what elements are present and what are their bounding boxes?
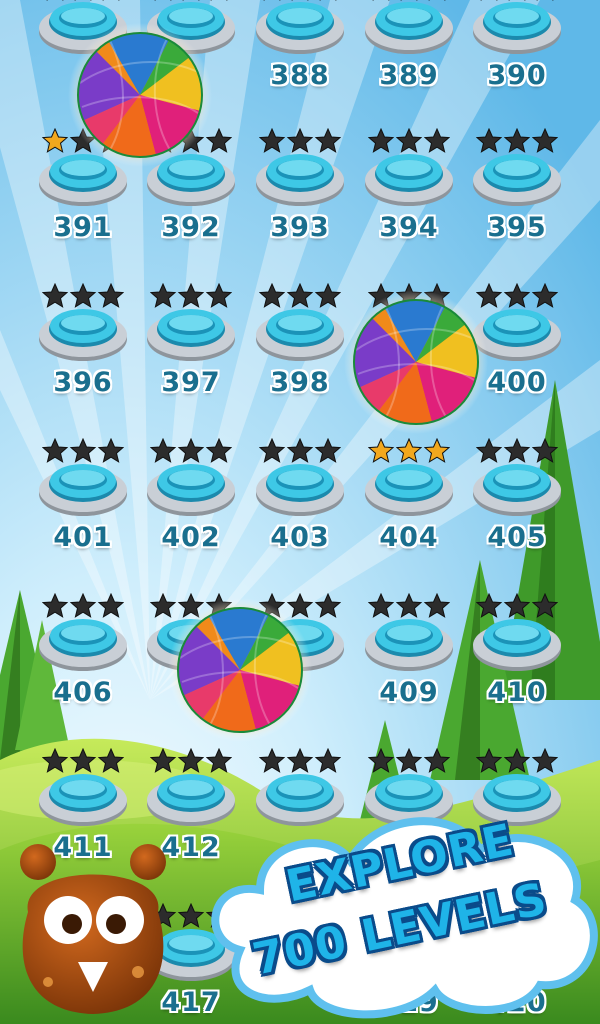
level-number: 395	[487, 212, 547, 243]
level-map-screen: 388 389 390 391 392 393 394 395 396 397 398 400 401 4…	[0, 0, 600, 1024]
level-button[interactable]: 393	[250, 128, 350, 278]
level-button-icon	[365, 2, 453, 54]
level-button-icon	[473, 619, 561, 671]
level-button-icon	[473, 464, 561, 516]
level-number: 398	[270, 367, 330, 398]
level-number: 410	[487, 677, 547, 708]
level-button[interactable]: 397	[141, 283, 241, 433]
level-button[interactable]: 390	[467, 0, 567, 126]
level-number: 401	[53, 522, 113, 553]
level-number: 402	[161, 522, 221, 553]
level-button[interactable]: 388	[250, 0, 350, 126]
level-button-icon	[256, 309, 344, 361]
level-number: 396	[53, 367, 113, 398]
yarn-ball-icon	[344, 290, 488, 434]
level-button-icon	[39, 309, 127, 361]
level-number: 409	[379, 677, 439, 708]
yarn-ball-icon	[168, 598, 312, 742]
level-number: 393	[270, 212, 330, 243]
level-number: 405	[487, 522, 547, 553]
level-button[interactable]: 398	[250, 283, 350, 433]
level-button[interactable]: 403	[250, 438, 350, 588]
level-button-icon	[256, 154, 344, 206]
level-button[interactable]: 405	[467, 438, 567, 588]
level-button-icon	[256, 464, 344, 516]
level-number: 403	[270, 522, 330, 553]
yarn-ball-icon	[68, 23, 212, 167]
level-number: 389	[379, 60, 439, 91]
level-button-icon	[365, 464, 453, 516]
level-button[interactable]: 389	[359, 0, 459, 126]
level-button[interactable]: 409	[359, 593, 459, 743]
level-number: 404	[379, 522, 439, 553]
level-button-icon	[147, 464, 235, 516]
level-button-icon	[473, 2, 561, 54]
level-number: 406	[53, 677, 113, 708]
level-button[interactable]: 402	[141, 438, 241, 588]
level-number: 397	[161, 367, 221, 398]
level-number: 392	[161, 212, 221, 243]
level-button-icon	[147, 309, 235, 361]
level-button[interactable]: 394	[359, 128, 459, 278]
level-button[interactable]: 395	[467, 128, 567, 278]
level-button[interactable]: 406	[33, 593, 133, 743]
level-button[interactable]: 404	[359, 438, 459, 588]
level-button-icon	[365, 154, 453, 206]
level-button-icon	[39, 464, 127, 516]
level-number: 391	[53, 212, 113, 243]
level-button[interactable]: 401	[33, 438, 133, 588]
level-number: 390	[487, 60, 547, 91]
level-button-icon	[39, 619, 127, 671]
promo-banner: EXPLORE 700 LEVELS	[200, 800, 600, 1024]
level-button-icon	[365, 619, 453, 671]
level-button[interactable]: 396	[33, 283, 133, 433]
level-button[interactable]: 410	[467, 593, 567, 743]
level-button-icon	[473, 154, 561, 206]
level-button-icon	[256, 2, 344, 54]
level-button-icon	[39, 774, 127, 826]
mascot-icon	[20, 844, 166, 1014]
level-number: 394	[379, 212, 439, 243]
level-number: 388	[270, 60, 330, 91]
